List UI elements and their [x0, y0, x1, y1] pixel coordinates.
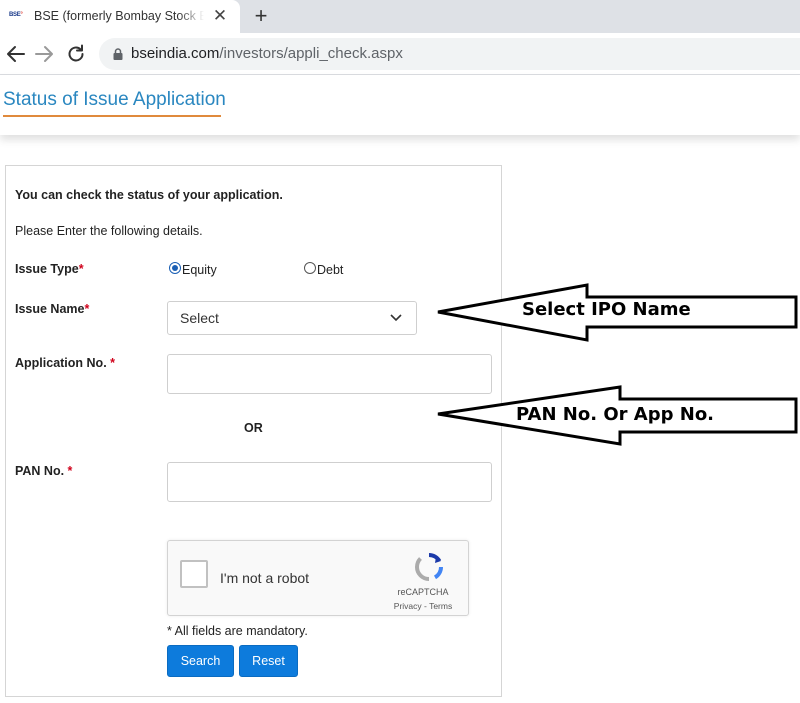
url-text[interactable]: bseindia.com/investors/appli_check.aspx	[131, 45, 403, 63]
debt-radio-label[interactable]: Debt	[317, 262, 343, 278]
tab-title: BSE (formerly Bombay Stock Exchange)	[34, 9, 204, 23]
address-bar[interactable]: bseindia.com/investors/appli_check.aspx	[99, 38, 800, 70]
back-arrow-icon[interactable]	[4, 42, 28, 66]
mandatory-note: * All fields are mandatory.	[167, 624, 308, 638]
recaptcha-brand: reCAPTCHA	[397, 587, 449, 597]
application-status-form: You can check the status of your applica…	[5, 165, 502, 697]
bse-favicon-icon: BSE°	[9, 12, 23, 18]
url-path: /investors/appli_check.aspx	[219, 45, 403, 62]
issue-name-selected: Select	[180, 310, 219, 326]
browser-tab[interactable]: BSE° BSE (formerly Bombay Stock Exchange…	[0, 0, 240, 33]
arrow-label-select-ipo: Select IPO Name	[522, 299, 691, 320]
terms-link[interactable]: Terms	[429, 601, 452, 611]
intro-text: You can check the status of your applica…	[15, 188, 283, 202]
recaptcha-checkbox[interactable]	[180, 560, 208, 588]
tab-close-icon[interactable]: ✕	[210, 6, 230, 26]
chevron-down-icon	[390, 314, 402, 322]
issue-name-label: Issue Name*	[15, 302, 90, 316]
lock-icon[interactable]	[111, 47, 125, 61]
recaptcha-links: Privacy - Terms	[393, 601, 453, 611]
new-tab-button[interactable]: +	[249, 3, 273, 29]
forward-arrow-icon[interactable]	[32, 42, 56, 66]
equity-radio[interactable]	[169, 262, 181, 274]
issue-type-label: Issue Type*	[15, 262, 84, 276]
reset-button[interactable]: Reset	[239, 645, 298, 677]
search-button[interactable]: Search	[167, 645, 234, 677]
recaptcha-logo-icon	[414, 552, 444, 581]
or-separator: OR	[244, 421, 263, 435]
title-underline	[3, 115, 221, 117]
instruction-text: Please Enter the following details.	[15, 224, 203, 238]
arrow-label-pan-app: PAN No. Or App No.	[516, 404, 715, 425]
recaptcha-widget: I'm not a robot reCAPTCHA Privacy - Term…	[167, 540, 469, 616]
privacy-link[interactable]: Privacy	[394, 601, 422, 611]
recaptcha-label: I'm not a robot	[220, 570, 310, 586]
browser-tab-bar: BSE° BSE (formerly Bombay Stock Exchange…	[0, 0, 800, 33]
browser-toolbar: bseindia.com/investors/appli_check.aspx	[0, 33, 800, 75]
screenshot-root: BSE° BSE (formerly Bombay Stock Exchange…	[0, 0, 800, 703]
pan-no-input[interactable]	[167, 462, 492, 502]
url-host: bseindia.com	[131, 45, 220, 62]
pan-no-label: PAN No. *	[15, 464, 73, 478]
reload-icon[interactable]	[64, 42, 88, 66]
application-no-label: Application No. *	[15, 356, 116, 370]
debt-radio[interactable]	[304, 262, 316, 274]
page-title: Status of Issue Application	[3, 89, 226, 110]
issue-name-select[interactable]: Select	[167, 301, 417, 335]
equity-radio-label[interactable]: Equity	[182, 262, 217, 278]
page-header: Status of Issue Application	[0, 75, 800, 135]
